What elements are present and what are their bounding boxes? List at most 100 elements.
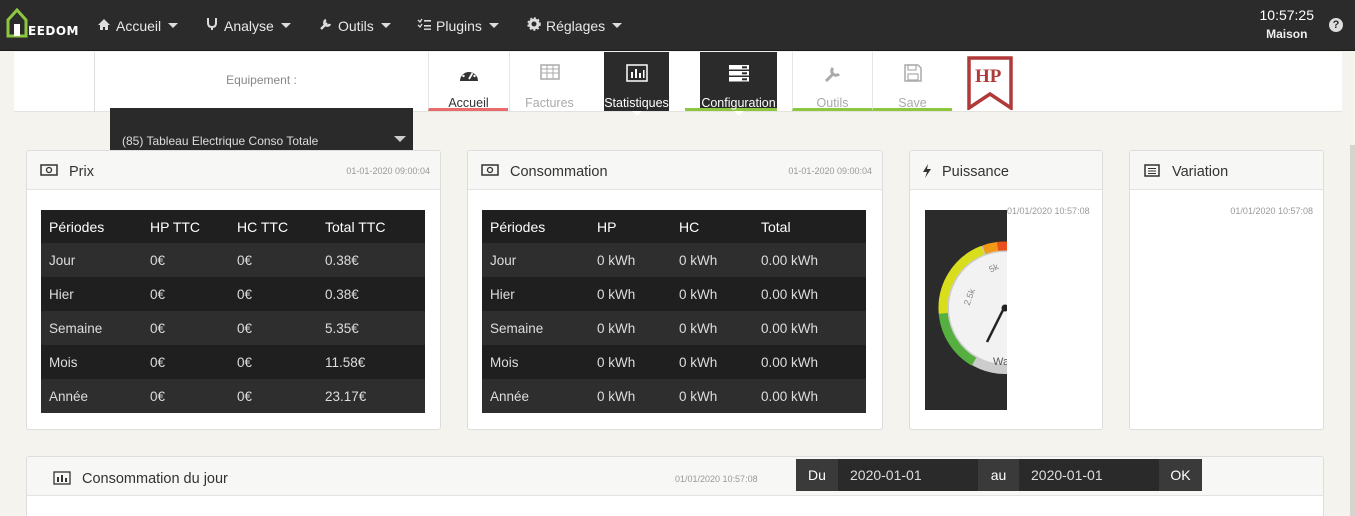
table-cell: 0 kWh (671, 379, 753, 413)
chevron-down-icon (168, 23, 179, 28)
table-cell: 0 kWh (671, 243, 753, 277)
panel-title: Prix (69, 164, 94, 180)
nav-outils-label: Outils (338, 17, 374, 34)
help-icon[interactable]: ? (1329, 18, 1343, 32)
table-cell: 5.35€ (317, 311, 425, 345)
table-cell: 0 kWh (589, 311, 671, 345)
column-header: HC TTC (229, 210, 317, 243)
table-icon (510, 64, 589, 84)
date-from-input[interactable]: 2020-01-01 (838, 459, 978, 491)
table-cell: Année (41, 379, 142, 413)
table-row: Jour 0 kWh 0 kWh 0.00 kWh (482, 243, 866, 277)
table-cell: 0.00 kWh (753, 311, 866, 345)
date-from-label: Du (796, 459, 838, 491)
scrollbar[interactable] (1350, 145, 1355, 516)
table-cell: Semaine (41, 311, 142, 345)
column-header: Périodes (41, 210, 142, 243)
date-to-label: au (978, 459, 1019, 491)
panel-title: Variation (1172, 164, 1229, 180)
panel-date: 01/01/2020 10:57:08 (675, 474, 758, 484)
tab-accueil[interactable]: Accueil (428, 52, 508, 111)
table-cell: 0.00 kWh (753, 345, 866, 379)
clock: 10:57:25 Maison (1260, 7, 1315, 41)
power-gauge: 2.5k 5k Wa (925, 210, 1007, 410)
nav-outils[interactable]: Outils (319, 0, 391, 51)
bar-chart-icon (604, 64, 669, 84)
ok-button[interactable]: OK (1159, 459, 1202, 491)
tab-configuration[interactable]: Configuration (700, 52, 777, 116)
tab-factures-label: Factures (525, 96, 574, 110)
chevron-down-icon (612, 23, 623, 28)
table-cell: 0€ (142, 311, 229, 345)
panel-header: Puissance (910, 151, 1102, 190)
panel-header: Prix 01-01-2020 09:00:04 (27, 151, 440, 190)
cogs-icon (527, 17, 541, 34)
panel-title: Consommation du jour (82, 471, 228, 487)
table-cell: Année (482, 379, 589, 413)
prix-table: Périodes HP TTC HC TTC Total TTC Jour 0€ 0€ 0.… (41, 210, 425, 413)
table-cell: 0€ (229, 277, 317, 311)
bolt-icon (922, 164, 940, 178)
bar-chart-icon (53, 471, 71, 485)
nav-accueil[interactable]: Accueil (97, 0, 179, 51)
panel-date: 01-01-2020 09:00:04 (788, 166, 872, 176)
tab-factures[interactable]: Factures (509, 52, 589, 111)
table-row: Semaine 0 kWh 0 kWh 0.00 kWh (482, 311, 866, 345)
table-cell: Semaine (482, 311, 589, 345)
table-cell: 0€ (142, 379, 229, 413)
equipment-label: Equipement : (226, 73, 297, 87)
tab-save-label: Save (898, 96, 927, 110)
hp-badge-text: HP (975, 66, 1002, 87)
table-cell: 0 kWh (589, 345, 671, 379)
table-row: Année 0€ 0€ 23.17€ (41, 379, 425, 413)
jeedom-logo[interactable]: EEDOM (6, 6, 79, 42)
nav-reglages[interactable]: Réglages (527, 0, 623, 51)
clock-time: 10:57:25 (1259, 7, 1315, 23)
table-cell: Hier (41, 277, 142, 311)
panel-header: Consommation 01-01-2020 09:00:04 (468, 151, 882, 190)
wrench-icon (793, 64, 872, 84)
chevron-down-icon (380, 23, 391, 28)
equipment-selected-value: (85) Tableau Electrique Conso Totale (122, 134, 319, 148)
date-to-input[interactable]: 2020-01-01 (1019, 459, 1159, 491)
tab-outils[interactable]: Outils (792, 52, 872, 111)
table-cell: Jour (482, 243, 589, 277)
nav-plugins[interactable]: Plugins (417, 0, 499, 51)
table-cell: 0.38€ (317, 277, 425, 311)
tab-outils-label: Outils (816, 96, 849, 110)
server-icon (700, 64, 777, 84)
table-cell: Mois (41, 345, 142, 379)
column-header: HC (671, 210, 753, 243)
chevron-down-icon (280, 23, 291, 28)
money-icon (40, 164, 58, 178)
table-cell: 0 kWh (671, 311, 753, 345)
tab-statistiques-label: Statistiques (604, 96, 669, 110)
home-icon (97, 18, 111, 34)
table-cell: Mois (482, 345, 589, 379)
wrench-icon (319, 17, 333, 34)
column-header: HP (589, 210, 671, 243)
column-header: Total TTC (317, 210, 425, 243)
dashboard-icon (429, 64, 508, 84)
tab-pointer (734, 111, 744, 116)
tab-statistiques[interactable]: Statistiques (604, 52, 669, 116)
column-header: Périodes (482, 210, 589, 243)
tab-save[interactable]: Save (872, 52, 952, 111)
table-cell: 0€ (229, 243, 317, 277)
money-icon (481, 164, 499, 178)
table-cell: 0 kWh (589, 277, 671, 311)
tab-underline-left (685, 52, 700, 111)
table-cell: 0 kWh (589, 379, 671, 413)
column-header: Total (753, 210, 866, 243)
chevron-down-icon (394, 136, 406, 142)
table-body: Jour 0 kWh 0 kWh 0.00 kWh Hier 0 kWh 0 kWh 0.00… (482, 243, 866, 413)
table-row: Hier 0 kWh 0 kWh 0.00 kWh (482, 277, 866, 311)
logo-text: EEDOM (28, 24, 79, 38)
gauge-unit-label: Wa (993, 356, 1007, 368)
nav-analyse[interactable]: Analyse (206, 0, 291, 51)
table-row: Hier 0€ 0€ 0.38€ (41, 277, 425, 311)
table-cell: 0€ (142, 277, 229, 311)
equipment-select[interactable]: (85) Tableau Electrique Conso Totale (110, 108, 413, 150)
table-cell: 23.17€ (317, 379, 425, 413)
tab-accueil-label: Accueil (448, 96, 489, 110)
